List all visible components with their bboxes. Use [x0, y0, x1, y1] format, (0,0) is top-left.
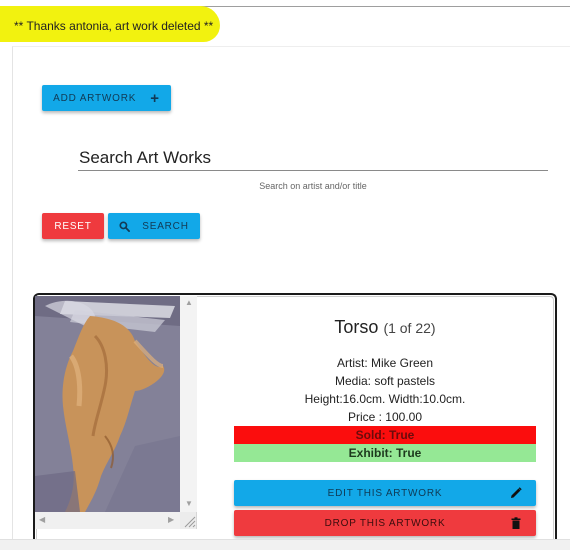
- add-artwork-label: ADD ARTWORK: [53, 92, 137, 104]
- artwork-image: [35, 296, 180, 512]
- artwork-count: (1 of 22): [383, 320, 436, 336]
- artwork-dimensions: Height:16.0cm. Width:10.0cm.: [304, 392, 466, 406]
- edit-artwork-label: EDIT THIS ARTWORK: [327, 487, 443, 499]
- flash-message: ** Thanks antonia, art work deleted **: [14, 19, 214, 33]
- search-helper-text: Search on artist and/or title: [259, 181, 367, 191]
- search-input[interactable]: [78, 145, 548, 171]
- scroll-right-icon[interactable]: ▶: [168, 516, 174, 524]
- search-icon: [119, 220, 131, 232]
- pencil-icon: [511, 487, 522, 498]
- drop-artwork-label: DROP THIS ARTWORK: [324, 517, 446, 529]
- image-horizontal-scrollbar[interactable]: ◀ ▶: [35, 512, 180, 529]
- search-button[interactable]: SEARCH: [108, 213, 200, 239]
- scroll-down-icon[interactable]: ▼: [185, 500, 193, 508]
- trash-icon: [511, 517, 521, 529]
- artwork-price: Price : 100.00: [347, 410, 423, 424]
- artwork-image-viewer[interactable]: ▲ ▼ ◀ ▶: [35, 296, 197, 529]
- edit-artwork-button[interactable]: EDIT THIS ARTWORK: [234, 480, 536, 506]
- artwork-title: Torso: [334, 317, 379, 337]
- artwork-media: Media: soft pastels: [334, 374, 436, 388]
- exhibit-status-badge: Exhibit: True: [234, 444, 536, 462]
- reset-label: RESET: [54, 220, 92, 232]
- scroll-left-icon[interactable]: ◀: [39, 516, 45, 524]
- add-artwork-button[interactable]: ADD ARTWORK +: [42, 85, 171, 111]
- plus-icon: +: [150, 89, 160, 107]
- resize-handle-icon[interactable]: [181, 513, 196, 528]
- search-label: SEARCH: [142, 220, 189, 232]
- scroll-up-icon[interactable]: ▲: [185, 299, 193, 307]
- page-bottom-scrollbar[interactable]: [0, 539, 570, 550]
- sold-status-badge: Sold: True: [234, 426, 536, 444]
- reset-button[interactable]: RESET: [42, 213, 104, 239]
- artwork-title-row: Torso (1 of 22): [234, 317, 536, 338]
- image-vertical-scrollbar[interactable]: ▲ ▼: [180, 296, 197, 512]
- drop-artwork-button[interactable]: DROP THIS ARTWORK: [234, 510, 536, 536]
- artwork-artist: Artist: Mike Green: [336, 356, 434, 370]
